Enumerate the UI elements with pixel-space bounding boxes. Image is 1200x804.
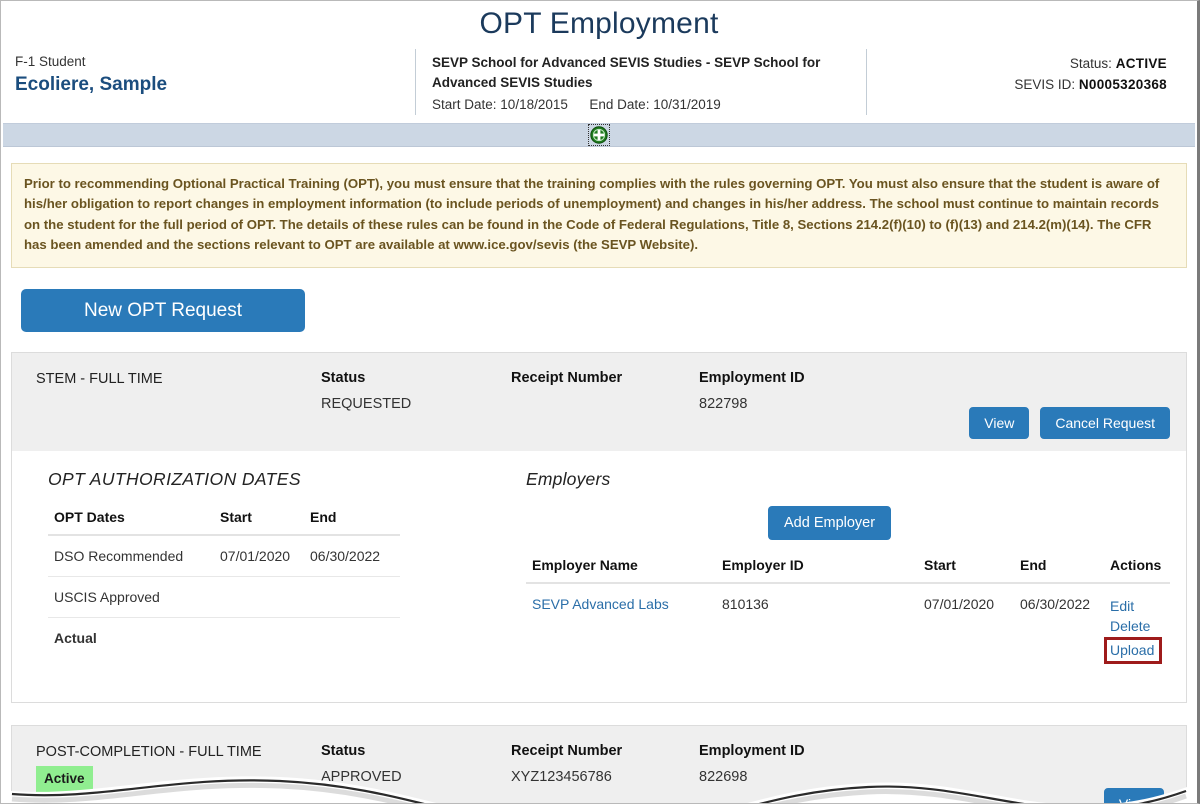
employment-card-body: OPT AUTHORIZATION DATES OPT Dates Start …: [12, 451, 1186, 703]
new-opt-request-button[interactable]: New OPT Request: [21, 289, 305, 333]
dates-row-label: Actual: [54, 630, 97, 647]
table-header-row: Employer Name Employer ID Start End Acti…: [526, 554, 1170, 585]
employer-actions-cell: Edit Delete Upload: [1104, 583, 1170, 676]
employment-id-column-value: 822698: [699, 769, 748, 786]
start-date-label: Start Date:: [432, 97, 497, 112]
employer-end-value: 06/30/2022: [1020, 596, 1091, 613]
sevis-id-label: SEVIS ID:: [1014, 77, 1076, 92]
active-status-badge: Active: [36, 766, 93, 794]
receipt-column-value: XYZ123456786: [511, 769, 612, 786]
opt-employment-page: OPT Employment F-1 Student Ecoliere, Sam…: [0, 0, 1200, 804]
student-identity: F-1 Student Ecoliere, Sample: [15, 49, 415, 98]
status-column-header: Status: [321, 370, 366, 387]
upload-highlight-box: Upload: [1104, 637, 1163, 665]
dates-row-end: 06/30/2022: [304, 535, 400, 578]
sevis-id-line: SEVIS ID: N0005320368: [867, 74, 1167, 95]
employment-type-label: POST-COMPLETION - FULL TIME: [36, 744, 262, 761]
opt-notice-text: Prior to recommending Optional Practical…: [11, 163, 1187, 269]
col-opt-dates: OPT Dates: [48, 506, 214, 537]
employment-card-post-completion: POST-COMPLETION - FULL TIME Active Statu…: [11, 725, 1187, 803]
start-date-value: 10/18/2015: [500, 97, 568, 112]
opt-authorization-dates-section: OPT AUTHORIZATION DATES OPT Dates Start …: [28, 469, 502, 676]
col-actions: Actions: [1104, 554, 1170, 585]
col-end: End: [1014, 554, 1104, 585]
end-date-value: 10/31/2019: [653, 97, 721, 112]
cancel-request-button[interactable]: Cancel Request: [1040, 407, 1170, 440]
dates-row-start: [214, 576, 304, 619]
end-date-label: End Date:: [589, 97, 650, 112]
status-column-value: APPROVED: [321, 769, 402, 786]
opt-authorization-dates-table: OPT Dates Start End DSO Recommended 07/0…: [48, 506, 400, 658]
student-status-block: Status: ACTIVE SEVIS ID: N0005320368: [867, 49, 1177, 95]
receipt-column-header: Receipt Number: [511, 370, 623, 387]
student-header: F-1 Student Ecoliere, Sample SEVP School…: [1, 45, 1197, 123]
status-column-value: REQUESTED: [321, 396, 412, 413]
employer-start-value: 07/01/2020: [924, 596, 995, 613]
table-row: DSO Recommended 07/01/2020 06/30/2022: [48, 535, 400, 578]
receipt-number-col: Receipt Number XYZ123456786: [511, 740, 699, 788]
employer-name-link[interactable]: SEVP Advanced Labs: [532, 596, 669, 612]
dates-row-end: [304, 618, 400, 659]
employers-title: Employers: [526, 469, 611, 490]
opt-authorization-dates-title: OPT AUTHORIZATION DATES: [48, 469, 301, 490]
col-employer-name: Employer Name: [526, 554, 716, 585]
edit-employer-link[interactable]: Edit: [1110, 596, 1164, 616]
delete-employer-link[interactable]: Delete: [1110, 616, 1164, 636]
program-dates: Start Date: 10/18/2015 End Date: 10/31/2…: [432, 94, 852, 115]
sevis-id-value: N0005320368: [1078, 77, 1167, 92]
employers-section: Employers Add Employer Employer Name Emp…: [502, 469, 1170, 676]
receipt-column-header: Receipt Number: [511, 743, 623, 760]
status-column-header: Status: [321, 743, 366, 760]
school-info: SEVP School for Advanced SEVIS Studies -…: [415, 49, 867, 115]
table-row: USCIS Approved: [48, 576, 400, 619]
dates-row-start: [214, 618, 304, 659]
dates-row-end: [304, 576, 400, 619]
upload-employer-link[interactable]: Upload: [1110, 640, 1154, 660]
employment-type: STEM - FULL TIME: [36, 371, 163, 388]
table-row: Actual: [48, 618, 400, 659]
dates-row-label: USCIS Approved: [48, 576, 214, 619]
col-start: Start: [918, 554, 1014, 585]
expand-collapse-bar[interactable]: [3, 123, 1195, 147]
col-end: End: [304, 506, 400, 537]
employment-card-header: STEM - FULL TIME Status REQUESTED Receip…: [12, 353, 1186, 452]
employment-id-column-header: Employment ID: [699, 370, 805, 387]
employment-type: POST-COMPLETION - FULL TIME Active: [36, 740, 321, 794]
view-button[interactable]: View: [969, 407, 1030, 440]
dates-row-label: DSO Recommended: [48, 535, 214, 578]
view-button[interactable]: View: [1103, 788, 1164, 803]
status-badge: ACTIVE: [1115, 56, 1167, 71]
employment-id-column-header: Employment ID: [699, 743, 805, 760]
add-employer-button[interactable]: Add Employer: [768, 506, 892, 541]
status-label: Status:: [1069, 56, 1112, 71]
status-line: Status: ACTIVE: [867, 53, 1167, 74]
employment-status-col: Status APPROVED: [321, 740, 511, 788]
receipt-number-col: Receipt Number: [511, 367, 699, 393]
student-visa-type: F-1 Student: [15, 54, 86, 69]
student-name: Ecoliere, Sample: [15, 74, 168, 95]
dates-row-start: 07/01/2020: [214, 535, 304, 578]
school-name: SEVP School for Advanced SEVIS Studies -…: [432, 55, 821, 90]
employers-table: Employer Name Employer ID Start End Acti…: [526, 554, 1170, 676]
employer-id-value: 810136: [722, 596, 769, 613]
employment-card-stem: STEM - FULL TIME Status REQUESTED Receip…: [11, 352, 1187, 704]
col-start: Start: [214, 506, 304, 537]
employment-id-col: Employment ID 822698: [699, 740, 1170, 788]
employment-card-actions: View Cancel Request: [969, 407, 1170, 440]
col-employer-id: Employer ID: [716, 554, 918, 585]
employment-status-col: Status REQUESTED: [321, 367, 511, 415]
table-row: SEVP Advanced Labs 810136 07/01/2020 06/…: [526, 583, 1170, 676]
table-header-row: OPT Dates Start End: [48, 506, 400, 537]
plus-circle-icon[interactable]: [588, 124, 610, 146]
page-title: OPT Employment: [479, 7, 719, 40]
